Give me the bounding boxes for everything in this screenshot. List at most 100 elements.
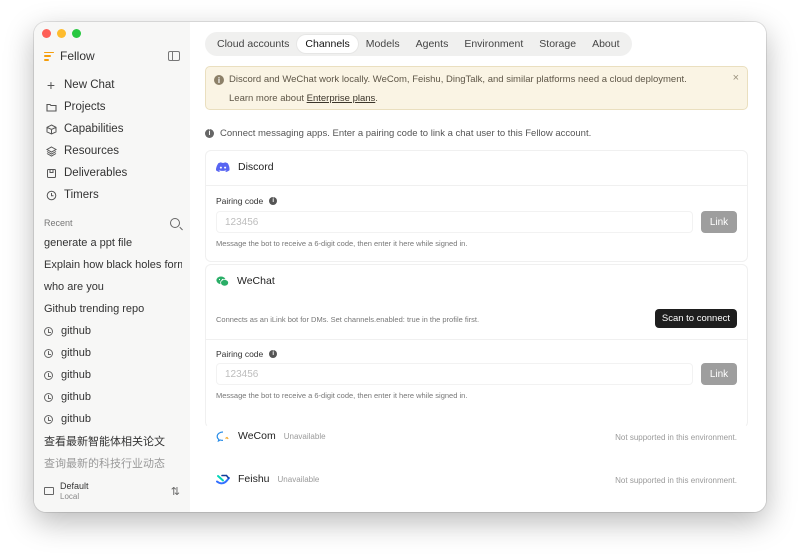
recent-header: Recent: [44, 216, 180, 230]
channel-name: Feishu: [238, 473, 270, 485]
recent-item[interactable]: 查看最新智能体相关论文: [42, 430, 182, 452]
app-window: Fellow + New Chat Projects Capabilities: [34, 22, 766, 512]
folder-icon: [44, 103, 58, 112]
sidebar: Fellow + New Chat Projects Capabilities: [34, 22, 190, 512]
not-supported-text: Not supported in this environment.: [615, 433, 737, 442]
wecom-logo-icon: [216, 430, 230, 442]
close-window-button[interactable]: [42, 29, 51, 38]
sidebar-item-timers[interactable]: Timers: [42, 184, 182, 206]
clock-icon: [44, 348, 53, 358]
cube-icon: [44, 123, 58, 135]
discord-pairing-code-input[interactable]: 123456: [216, 211, 693, 233]
sidebar-item-deliverables[interactable]: Deliverables: [42, 162, 182, 184]
info-icon: i: [269, 350, 278, 358]
recent-item-label: github: [61, 391, 91, 403]
channel-name: Discord: [238, 161, 274, 173]
recent-item[interactable]: Github trending repo: [42, 298, 182, 320]
sidebar-item-label: Projects: [64, 101, 106, 113]
info-icon: i: [214, 75, 224, 85]
wechat-help-text: Message the bot to receive a 6-digit cod…: [216, 391, 468, 400]
clock-icon: [44, 370, 53, 380]
pairing-code-label: Pairing code i: [216, 196, 278, 206]
recent-item-timer[interactable]: github: [42, 364, 182, 386]
sidebar-item-resources[interactable]: Resources: [42, 140, 182, 162]
recent-item-timer[interactable]: github: [42, 386, 182, 408]
sidebar-item-label: Timers: [64, 189, 99, 201]
channel-name: WeCom: [238, 430, 276, 442]
clock-icon: [44, 190, 58, 201]
info-icon: i: [269, 197, 278, 205]
sidebar-item-capabilities[interactable]: Capabilities: [42, 118, 182, 140]
recent-item[interactable]: generate a ppt file: [42, 232, 182, 254]
enterprise-plans-link[interactable]: Enterprise plans: [307, 93, 376, 104]
pairing-code-label-text: Pairing code: [216, 196, 264, 206]
unavailable-badge: Unavailable: [277, 474, 320, 484]
recent-item-label: Explain how black holes form...: [44, 259, 182, 271]
wechat-link-button[interactable]: Link: [701, 363, 737, 385]
search-icon[interactable]: [170, 218, 180, 228]
tab-models[interactable]: Models: [358, 35, 408, 53]
maximize-window-button[interactable]: [72, 29, 81, 38]
recent-item-label: github: [61, 369, 91, 381]
plus-icon: +: [46, 77, 56, 93]
recent-item-timer[interactable]: github: [42, 320, 182, 342]
fellow-logo-icon: [44, 51, 54, 61]
divider: [206, 185, 747, 186]
feishu-logo-icon: [216, 474, 230, 485]
wechat-description: Connects as an iLink bot for DMs. Set ch…: [216, 315, 480, 324]
tab-channels[interactable]: Channels: [297, 35, 358, 53]
hint-text: Connect messaging apps. Enter a pairing …: [220, 128, 592, 139]
tab-storage[interactable]: Storage: [531, 35, 584, 53]
channel-name: WeChat: [237, 275, 275, 287]
wecom-title: WeCom Unavailable: [216, 430, 326, 442]
sidebar-item-label: Resources: [64, 145, 119, 157]
recent-item-label: Github trending repo: [44, 303, 145, 315]
discord-logo-icon: [216, 161, 230, 173]
tab-cloud-accounts[interactable]: Cloud accounts: [209, 35, 297, 53]
profile-sub: Local: [60, 491, 80, 501]
learn-more-suffix: .: [375, 93, 378, 104]
tab-environment[interactable]: Environment: [456, 35, 531, 53]
recent-item[interactable]: 查询最新的科技行业动态: [42, 452, 182, 474]
channels-hint: i Connect messaging apps. Enter a pairin…: [205, 128, 591, 139]
sidebar-item-label: Deliverables: [64, 167, 128, 179]
clock-icon: [44, 392, 53, 402]
pairing-code-label: Pairing code i: [216, 349, 278, 359]
clock-icon: [44, 414, 53, 424]
recent-item-label: github: [61, 325, 91, 337]
discord-help-text: Message the bot to receive a 6-digit cod…: [216, 239, 468, 248]
recent-item[interactable]: Explain how black holes form...: [42, 254, 182, 276]
feishu-title: Feishu Unavailable: [216, 473, 319, 485]
scan-to-connect-button[interactable]: Scan to connect: [654, 309, 737, 328]
sidebar-toggle-icon[interactable]: [168, 51, 180, 61]
sidebar-item-projects[interactable]: Projects: [42, 96, 182, 118]
recent-item[interactable]: who are you: [42, 276, 182, 298]
divider: [206, 339, 747, 340]
recent-item-label: github: [61, 347, 91, 359]
profile-switcher[interactable]: Default Local ⇅: [44, 480, 180, 502]
wecom-card: WeCom Unavailable Not supported in this …: [205, 424, 748, 462]
tab-about[interactable]: About: [584, 35, 627, 53]
tab-agents[interactable]: Agents: [408, 35, 457, 53]
app-brand: Fellow: [44, 48, 180, 64]
sort-icon[interactable]: ⇅: [171, 485, 180, 498]
wechat-title: WeChat: [216, 275, 275, 287]
notice-text: Discord and WeChat work locally. WeCom, …: [229, 74, 687, 85]
recent-item-timer[interactable]: github: [42, 408, 182, 430]
info-icon: i: [205, 129, 214, 138]
sidebar-item-label: Capabilities: [64, 123, 124, 135]
settings-tabs: Cloud accounts Channels Models Agents En…: [205, 32, 632, 56]
window-controls: [42, 29, 81, 38]
not-supported-text: Not supported in this environment.: [615, 476, 737, 485]
minimize-window-button[interactable]: [57, 29, 66, 38]
sidebar-item-new-chat[interactable]: + New Chat: [42, 74, 182, 96]
wechat-card: WeChat Connects as an iLink bot for DMs.…: [205, 264, 748, 428]
discord-link-button[interactable]: Link: [701, 211, 737, 233]
recent-item-timer[interactable]: github: [42, 342, 182, 364]
pairing-code-label-text: Pairing code: [216, 349, 264, 359]
close-icon[interactable]: ×: [733, 72, 739, 84]
profile-name: Default: [60, 481, 89, 492]
profile-text: Default Local: [60, 481, 89, 501]
settings-main: Cloud accounts Channels Models Agents En…: [190, 22, 766, 512]
wechat-pairing-code-input[interactable]: 123456: [216, 363, 693, 385]
